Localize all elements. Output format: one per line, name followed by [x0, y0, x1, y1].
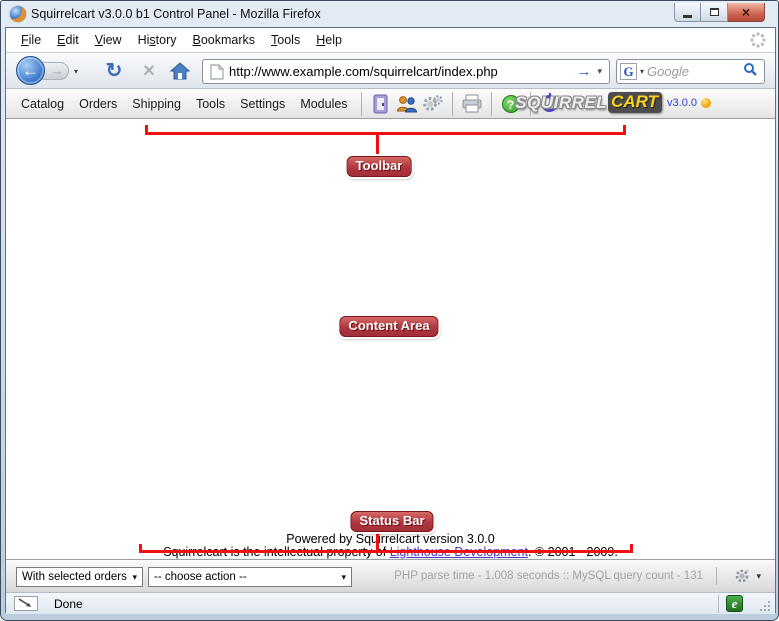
app-menu-tools[interactable]: Tools	[196, 92, 225, 116]
title-bar[interactable]: Squirrelcart v3.0.0 b1 Control Panel - M…	[1, 1, 778, 27]
engine-dropdown-caret[interactable]: ▾	[637, 67, 647, 76]
menu-edit[interactable]: Edit	[49, 30, 87, 50]
window-controls: ×	[674, 3, 765, 22]
firefox-icon	[10, 6, 26, 22]
toolbar-separator	[452, 92, 453, 116]
customers-button[interactable]	[395, 92, 419, 116]
home-button[interactable]	[169, 61, 193, 83]
app-menu-modules[interactable]: Modules	[300, 92, 347, 116]
app-toolbar: Catalog Orders Shipping Tools Settings M…	[6, 89, 775, 119]
menu-bar: File Edit View History Bookmarks Tools H…	[6, 28, 775, 52]
minimize-button[interactable]	[674, 3, 701, 22]
users-icon	[396, 95, 418, 113]
toolbar-separator	[361, 92, 362, 116]
stop-icon: ×	[143, 60, 155, 82]
logo-version: v3.0.0	[667, 97, 697, 109]
toolbar-bracket-line	[145, 132, 626, 135]
menu-help[interactable]: Help	[308, 30, 350, 50]
app-menu-settings[interactable]: Settings	[240, 92, 285, 116]
tools-caret-icon: ▾	[756, 571, 761, 582]
navigation-toolbar: ← → ▾ ↻ × http://www.example.com/squirre…	[6, 52, 775, 89]
minimize-icon	[683, 15, 692, 18]
app-status-bar: With selected orders ▾ -- choose action …	[6, 559, 775, 592]
resize-grip[interactable]	[758, 599, 771, 617]
reload-icon: ↻	[106, 60, 123, 82]
status-bar-annotation-label: Status Bar	[350, 511, 433, 532]
configuration-button[interactable]	[421, 92, 445, 116]
firefox-status-bar: Done e	[6, 592, 775, 614]
performance-stats: PHP parse time - 1.008 seconds :: MySQL …	[394, 570, 703, 582]
history-dropdown-caret[interactable]: ▾	[74, 67, 78, 76]
bulk-orders-select[interactable]: With selected orders ▾	[16, 567, 143, 587]
select-caret-icon: ▾	[341, 572, 351, 583]
throbber-icon	[749, 31, 767, 54]
logo-squirrel-text: SQUIRREL	[515, 93, 607, 113]
home-icon	[169, 61, 191, 81]
back-button[interactable]: ←	[16, 56, 45, 85]
url-bar[interactable]: http://www.example.com/squirrelcart/inde…	[202, 59, 610, 84]
extension-badge-icon[interactable]: e	[726, 595, 743, 612]
menu-history[interactable]: History	[130, 30, 185, 50]
menu-file[interactable]: File	[13, 30, 49, 50]
url-dropdown-caret[interactable]: ▾	[597, 66, 609, 77]
print-button[interactable]	[460, 92, 484, 116]
menu-tools[interactable]: Tools	[263, 30, 308, 50]
powered-by-text: Powered by Squirrelcart version 3.0.0	[6, 532, 775, 546]
close-icon: ×	[742, 5, 750, 19]
eyedropper-icon	[18, 598, 34, 609]
status-bracket-right-tick	[630, 544, 633, 553]
squirrelcart-logo: SQUIRREL CART v3.0.0	[515, 92, 711, 113]
app-menu-catalog[interactable]: Catalog	[21, 92, 64, 116]
door-icon	[372, 94, 390, 114]
content-area-annotation-label: Content Area	[339, 316, 438, 337]
app-menu-shipping[interactable]: Shipping	[132, 92, 181, 116]
printer-icon	[461, 94, 483, 113]
google-engine-icon[interactable]: G	[620, 63, 637, 80]
back-arrow-icon: ←	[22, 61, 39, 80]
browser-client-area: File Edit View History Bookmarks Tools H…	[5, 27, 776, 613]
content-area: Toolbar Content Area Status Bar Powered …	[6, 119, 775, 559]
maximize-icon	[710, 8, 719, 16]
reload-button[interactable]: ↻	[101, 59, 127, 83]
status-bracket-line	[139, 550, 633, 553]
statusbar-separator	[716, 567, 717, 585]
store-front-button[interactable]	[369, 92, 393, 116]
maximize-button[interactable]	[701, 3, 728, 22]
search-bar[interactable]: G ▾ Google	[616, 59, 765, 84]
menu-bookmarks[interactable]: Bookmarks	[185, 30, 264, 50]
status-bracket-stem	[376, 531, 379, 550]
search-input[interactable]: Google	[647, 64, 743, 79]
toolbar-annotation-label: Toolbar	[347, 156, 412, 177]
menu-view[interactable]: View	[87, 30, 130, 50]
status-tools-menu[interactable]: ▾	[733, 567, 761, 585]
logo-cart-text: CART	[608, 92, 662, 113]
page-favicon	[205, 61, 229, 82]
window-title: Squirrelcart v3.0.0 b1 Control Panel - M…	[31, 7, 321, 21]
toolbar-bracket-right-tick	[623, 125, 626, 135]
statusbar-separator	[718, 595, 719, 613]
firefox-window: Squirrelcart v3.0.0 b1 Control Panel - M…	[0, 0, 779, 621]
close-button[interactable]: ×	[728, 3, 765, 22]
search-icon[interactable]	[743, 62, 758, 82]
acorn-icon	[701, 98, 711, 108]
gears-icon	[422, 94, 444, 114]
eyedropper-extension-button[interactable]	[14, 596, 38, 611]
forward-arrow-icon: →	[51, 63, 64, 78]
url-input[interactable]: http://www.example.com/squirrelcart/inde…	[229, 64, 574, 79]
go-icon[interactable]: →	[574, 63, 597, 80]
choose-action-select[interactable]: -- choose action -- ▾	[148, 567, 352, 587]
select-caret-icon: ▾	[132, 572, 142, 583]
page-load-status: Done	[54, 597, 83, 611]
toolbar-separator	[491, 92, 492, 116]
gear-menu-icon	[733, 567, 751, 585]
stop-button[interactable]: ×	[136, 59, 162, 83]
app-menu-orders[interactable]: Orders	[79, 92, 117, 116]
